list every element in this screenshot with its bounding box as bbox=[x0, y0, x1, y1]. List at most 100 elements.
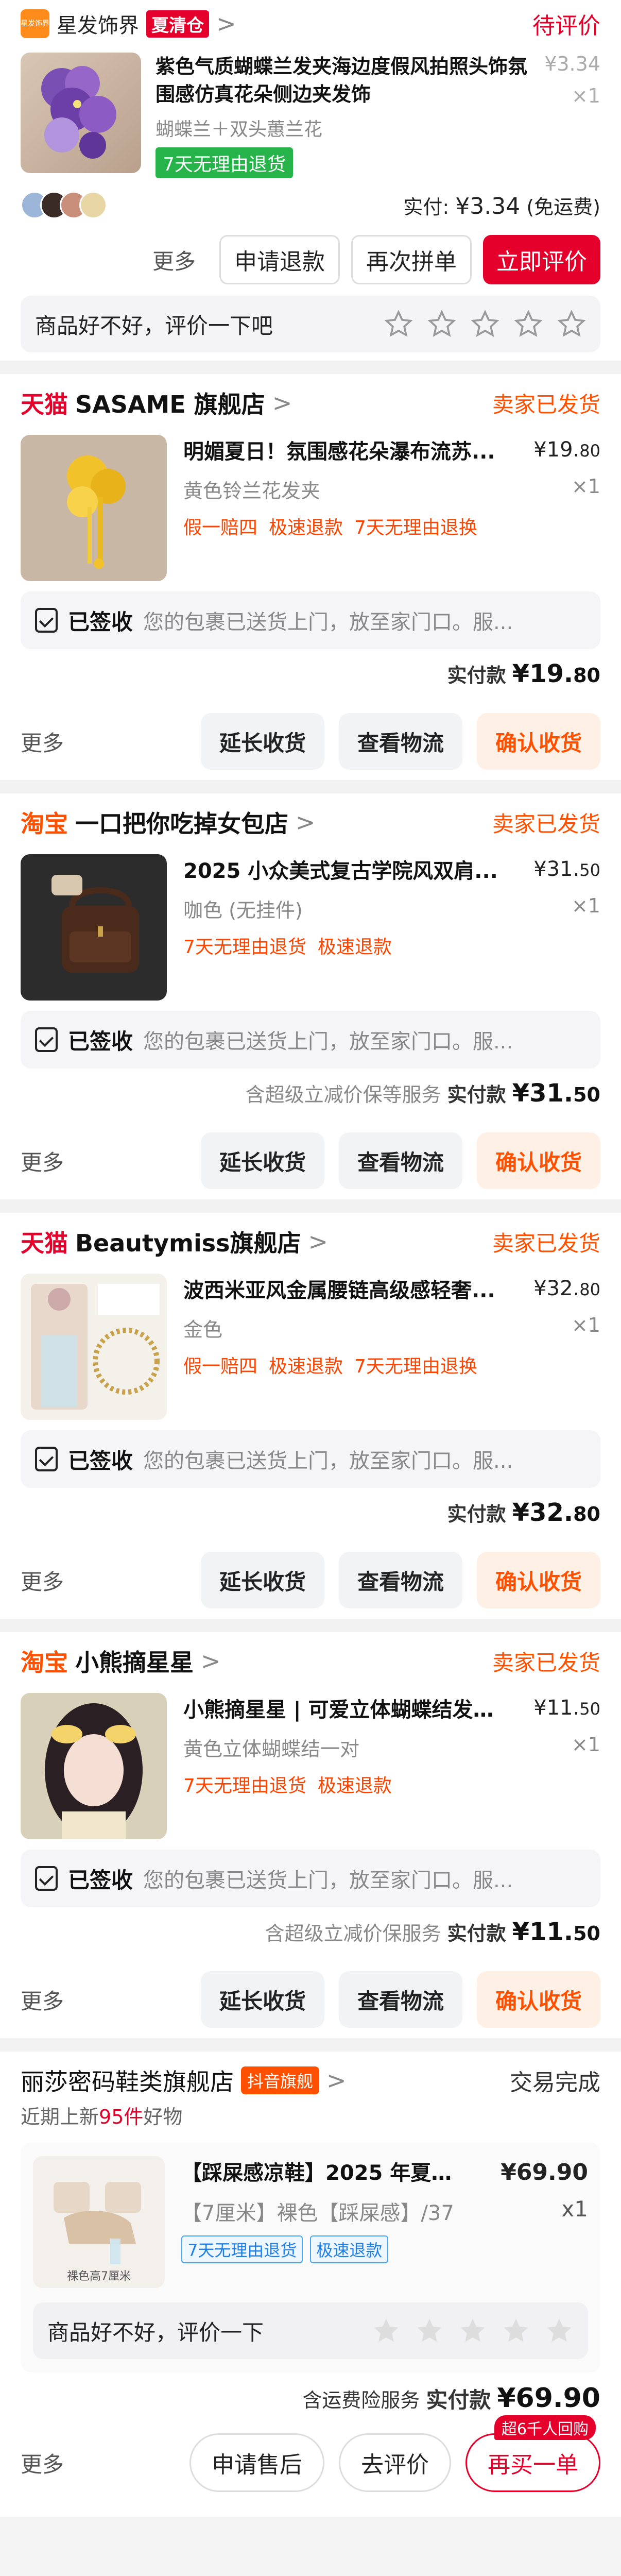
confirm-receipt-button[interactable]: 确认收货 bbox=[476, 1971, 600, 2028]
action-bar: 更多 申请售后 去评价 再买一单 超6千人回购 bbox=[21, 2415, 600, 2501]
order-list: 天猫 SASAME 旗舰店 > 卖家已发货 明媚夏日！氛围感花朵瀑布流苏... … bbox=[0, 361, 621, 2038]
star-icon[interactable] bbox=[557, 310, 586, 338]
shop-header[interactable]: 淘宝 一口把你吃掉女包店 > 卖家已发货 bbox=[21, 793, 600, 851]
star-icon[interactable] bbox=[458, 2316, 487, 2345]
package-signed-icon bbox=[35, 1447, 58, 1471]
order-item[interactable]: 紫色气质蝴蝶兰发夹海边度假风拍照头饰氛围感仿真花朵侧边夹发饰 ¥3.34 ×1 … bbox=[21, 44, 600, 187]
service-badge: 7天无理由退货 bbox=[183, 937, 306, 958]
product-thumbnail[interactable]: 裸色高7厘米 bbox=[33, 2156, 165, 2288]
more-button[interactable]: 更多 bbox=[21, 726, 64, 757]
more-button[interactable]: 更多 bbox=[21, 1984, 64, 2015]
chevron-right-icon: > bbox=[272, 389, 292, 417]
order-item[interactable]: 波西米亚风金属腰链高级感轻奢... ¥32.80 金色 ×1 假一赔四 极速退款 7… bbox=[21, 1270, 600, 1430]
confirm-receipt-button[interactable]: 确认收货 bbox=[476, 713, 600, 770]
view-logistics-button[interactable]: 查看物流 bbox=[338, 1971, 462, 2028]
product-thumbnail[interactable] bbox=[21, 854, 167, 1001]
order-status: 卖家已发货 bbox=[492, 1650, 600, 1675]
extend-receipt-button[interactable]: 延长收货 bbox=[200, 713, 324, 770]
paid-amount: ¥19.80 bbox=[512, 659, 600, 688]
order-card-last: 丽莎密码鞋类旗舰店 抖音旗舰 > 交易完成 近期上新95件好物 裸色高7厘米 【… bbox=[0, 2052, 621, 2517]
shop-header[interactable]: 丽莎密码鞋类旗舰店 抖音旗舰 > bbox=[21, 2063, 347, 2097]
paid-label: 实付款 bbox=[447, 1922, 506, 1945]
extend-receipt-button[interactable]: 延长收货 bbox=[200, 1552, 324, 1608]
star-icon[interactable] bbox=[514, 310, 543, 338]
review-button[interactable]: 去评价 bbox=[339, 2433, 451, 2492]
more-button[interactable]: 更多 bbox=[21, 1145, 64, 1177]
clearance-badge: 夏清仓 bbox=[146, 10, 209, 38]
shop-header[interactable]: 星发饰界 星发饰界 夏清仓 > 待评价 bbox=[21, 3, 600, 44]
chevron-right-icon: > bbox=[296, 808, 316, 836]
item-title: 小熊摘星星 | 可爱立体蝴蝶结发夹... bbox=[183, 1698, 513, 1722]
after-sale-button[interactable]: 申请售后 bbox=[189, 2433, 324, 2492]
product-thumbnail[interactable] bbox=[21, 1274, 167, 1420]
delivery-status-bar[interactable]: 已签收 您的包裹已送货上门，放至家门口。服... bbox=[21, 1011, 600, 1069]
extend-receipt-button[interactable]: 延长收货 bbox=[200, 1971, 324, 2028]
item-price: ¥32.80 bbox=[533, 1277, 600, 1300]
avatar bbox=[79, 191, 107, 219]
paid-row: 含超级立减价保服务 实付款 ¥11.50 bbox=[21, 1918, 600, 1961]
shop-header[interactable]: 天猫 Beautymiss旗舰店 > 卖家已发货 bbox=[21, 1213, 600, 1270]
star-icon[interactable] bbox=[502, 2316, 530, 2345]
view-logistics-button[interactable]: 查看物流 bbox=[338, 713, 462, 770]
paid-summary: 实付: ¥3.34 (免运费) bbox=[403, 193, 600, 219]
item-qty: x1 bbox=[561, 2196, 588, 2222]
shop-name[interactable]: 丽莎密码鞋类旗舰店 bbox=[21, 2063, 234, 2097]
star-rating[interactable] bbox=[384, 310, 586, 338]
delivery-label: 已签收 bbox=[68, 1867, 133, 1893]
delivery-status-bar[interactable]: 已签收 您的包裹已送货上门，放至家门口。服... bbox=[21, 1430, 600, 1488]
more-button[interactable]: 更多 bbox=[152, 244, 196, 276]
star-icon[interactable] bbox=[415, 2316, 444, 2345]
order-item[interactable]: 2025 小众美式复古学院风双肩... ¥31.50 咖色 (无挂件) ×1 7… bbox=[21, 851, 600, 1011]
review-button[interactable]: 立即评价 bbox=[483, 235, 600, 284]
paid-amount: ¥31.50 bbox=[512, 1079, 600, 1108]
rate-bar[interactable]: 商品好不好，评价一下吧 bbox=[21, 296, 600, 352]
order-item[interactable]: 明媚夏日！氛围感花朵瀑布流苏... ¥19.80 黄色铃兰花发夹 ×1 假一赔四… bbox=[21, 432, 600, 591]
shop-name[interactable]: SASAME 旗舰店 bbox=[75, 386, 265, 420]
thumb-caption: 裸色高7厘米 bbox=[67, 2270, 131, 2283]
shop-name[interactable]: 一口把你吃掉女包店 bbox=[75, 805, 288, 839]
order-card: 淘宝 小熊摘星星 > 卖家已发货 小熊摘星星 | 可爱立体蝴蝶结发夹... ¥1… bbox=[0, 1632, 621, 2038]
shop-name[interactable]: Beautymiss旗舰店 bbox=[75, 1225, 301, 1259]
shop-header[interactable]: 淘宝 小熊摘星星 > 卖家已发货 bbox=[21, 1632, 600, 1690]
item-qty: ×1 bbox=[571, 84, 600, 107]
return-badge: 7天无理由退货 bbox=[181, 2235, 303, 2263]
item-spec: 【7厘米】裸色【踩屎感】/37 bbox=[181, 2201, 454, 2225]
shop-new-arrivals[interactable]: 近期上新95件好物 bbox=[21, 2101, 600, 2129]
action-bar: 更多 延长收货 查看物流 确认收货 bbox=[21, 1122, 600, 1199]
reorder-button[interactable]: 再次拼单 bbox=[351, 235, 472, 284]
shop-name[interactable]: 小熊摘星星 bbox=[75, 1644, 194, 1678]
buy-again-button[interactable]: 再买一单 超6千人回购 bbox=[465, 2415, 600, 2492]
paid-row: 含超级立减价保等服务 实付款 ¥31.50 bbox=[21, 1079, 600, 1122]
product-thumbnail[interactable] bbox=[21, 435, 167, 581]
view-logistics-button[interactable]: 查看物流 bbox=[338, 1132, 462, 1189]
star-rating[interactable] bbox=[372, 2316, 574, 2345]
item-title: 波西米亚风金属腰链高级感轻奢... bbox=[183, 1279, 495, 1302]
delivery-status-bar[interactable]: 已签收 您的包裹已送货上门，放至家门口。服... bbox=[21, 591, 600, 649]
view-logistics-button[interactable]: 查看物流 bbox=[338, 1552, 462, 1608]
star-icon[interactable] bbox=[427, 310, 456, 338]
delivery-status-bar[interactable]: 已签收 您的包裹已送货上门，放至家门口。服... bbox=[21, 1850, 600, 1907]
rate-bar[interactable]: 商品好不好，评价一下 bbox=[33, 2302, 588, 2359]
shop-name[interactable]: 星发饰界 bbox=[57, 9, 139, 39]
more-button[interactable]: 更多 bbox=[21, 1565, 64, 1596]
more-button[interactable]: 更多 bbox=[21, 2447, 64, 2479]
star-icon[interactable] bbox=[384, 310, 413, 338]
product-thumbnail[interactable] bbox=[21, 53, 141, 173]
yellow-flower-image bbox=[21, 435, 167, 581]
star-icon[interactable] bbox=[471, 310, 499, 338]
confirm-receipt-button[interactable]: 确认收货 bbox=[476, 1132, 600, 1189]
star-icon[interactable] bbox=[372, 2316, 401, 2345]
shop-header[interactable]: 天猫 SASAME 旗舰店 > 卖家已发货 bbox=[21, 374, 600, 432]
item-qty: ×1 bbox=[571, 1314, 600, 1336]
order-card: 天猫 SASAME 旗舰店 > 卖家已发货 明媚夏日！氛围感花朵瀑布流苏... … bbox=[0, 374, 621, 780]
refund-button[interactable]: 申请退款 bbox=[219, 235, 340, 284]
product-thumbnail[interactable] bbox=[21, 1693, 167, 1839]
platform-tag: 淘宝 bbox=[21, 810, 68, 838]
delivery-text: 您的包裹已送货上门，放至家门口。服... bbox=[143, 1030, 513, 1054]
order-item[interactable]: 小熊摘星星 | 可爱立体蝴蝶结发夹... ¥11.50 黄色立体蝴蝶结一对 ×1… bbox=[21, 1690, 600, 1850]
star-icon[interactable] bbox=[545, 2316, 574, 2345]
delivery-text: 您的包裹已送货上门，放至家门口。服... bbox=[143, 1869, 513, 1892]
order-item[interactable]: 裸色高7厘米 【踩屎感凉鞋】2025 年夏季... ¥69.90 【7厘米】裸色… bbox=[33, 2156, 588, 2288]
confirm-receipt-button[interactable]: 确认收货 bbox=[476, 1552, 600, 1608]
extend-receipt-button[interactable]: 延长收货 bbox=[200, 1132, 324, 1189]
